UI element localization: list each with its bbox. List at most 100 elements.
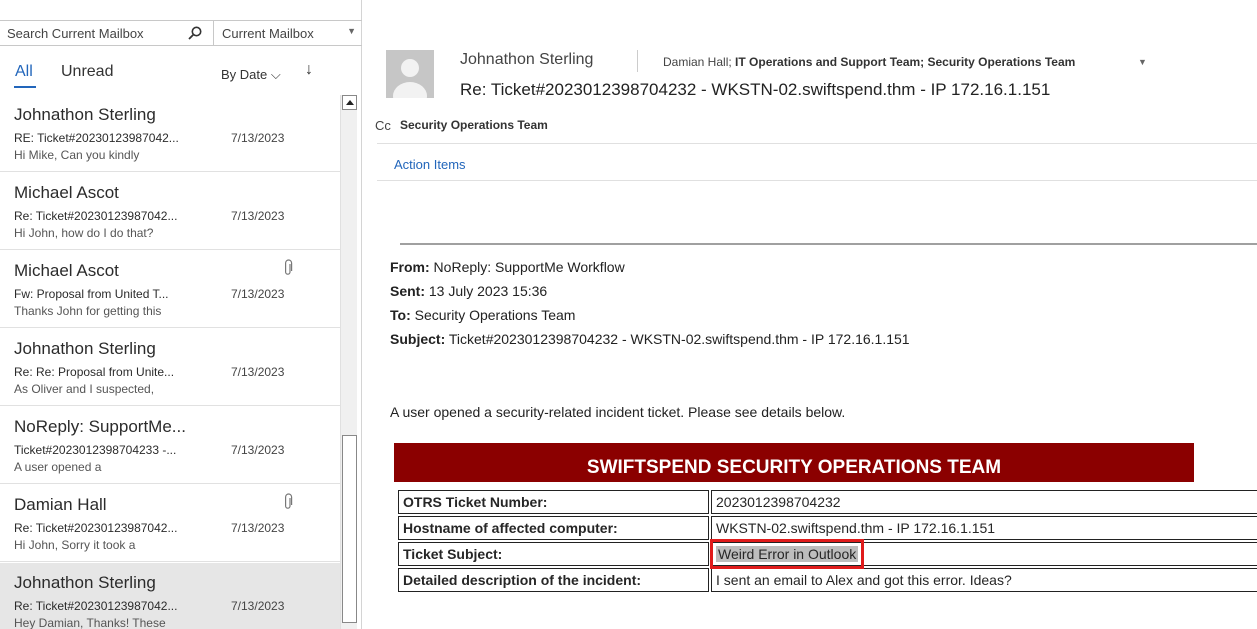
value: Ticket#2023012398704232 - WKSTN-02.swift… — [445, 331, 910, 347]
search-scope-label: Current Mailbox — [222, 25, 314, 41]
ticket-field-value-cell: WKSTN-02.swiftspend.thm - IP 172.16.1.15… — [711, 516, 1257, 540]
quoted-from: From: NoReply: SupportMe Workflow — [390, 259, 625, 275]
active-tab-underline — [14, 86, 36, 88]
table-row: Detailed description of the incident: I s… — [398, 568, 1257, 592]
message-list-item[interactable]: Johnathon Sterling RE: Ticket#20230123987… — [0, 95, 340, 172]
message-list-item[interactable]: Damian Hall Re: Ticket#20230123987042... 7… — [0, 485, 340, 562]
person-icon — [386, 50, 434, 98]
message-list: Johnathon Sterling RE: Ticket#20230123987… — [0, 95, 340, 629]
action-items-bar: Action Items — [377, 143, 1257, 181]
message-list-pane: Search Current Mailbox Current Mailbox ▼… — [0, 0, 362, 629]
ticket-details-table: OTRS Ticket Number: 2023012398704232 Hostn… — [396, 488, 1257, 594]
sort-label: By Date — [221, 67, 268, 82]
table-row: OTRS Ticket Number: 2023012398704232 — [398, 490, 1257, 514]
ticket-subject-highlight: Weird Error in Outlook — [710, 539, 865, 569]
message-subject: Re: Ticket#20230123987042... — [14, 209, 178, 223]
quote-divider — [400, 243, 1257, 245]
message-sender: Johnathon Sterling — [14, 573, 156, 592]
red-highlight-box — [710, 539, 865, 569]
sort-by-date-dropdown[interactable]: By Date ⌵ — [221, 67, 281, 83]
ticket-field-value-cell: 2023012398704232 — [711, 490, 1257, 514]
message-preview: Thanks John for getting this — [14, 304, 162, 318]
recipient-plain: Damian Hall; — [663, 55, 736, 69]
recipients-to[interactable]: Damian Hall; IT Operations and Support T… — [663, 55, 1075, 69]
chevron-down-icon[interactable]: ▼ — [1138, 57, 1147, 67]
scrollbar-thumb[interactable] — [342, 435, 357, 623]
message-list-item[interactable]: NoReply: SupportMe... Ticket#202301239870… — [0, 407, 340, 484]
message-sender: Johnathon Sterling — [14, 339, 156, 358]
message-subject: Re: Ticket#20230123987042... — [14, 599, 178, 613]
sender-name[interactable]: Johnathon Sterling — [460, 51, 593, 69]
quoted-sent: Sent: 13 July 2023 15:36 — [390, 283, 547, 299]
message-list-item[interactable]: Johnathon Sterling Re: Re: Proposal from … — [0, 329, 340, 406]
message-date: 7/13/2023 — [231, 599, 285, 613]
message-sender: NoReply: SupportMe... — [14, 417, 186, 436]
message-preview: As Oliver and I suspected, — [14, 382, 155, 396]
value: Security Operations Team — [410, 307, 576, 323]
ticket-field-label: OTRS Ticket Number: — [398, 490, 709, 514]
search-placeholder: Search Current Mailbox — [7, 25, 144, 41]
ticket-field-value: WKSTN-02.swiftspend.thm - IP 172.16.1.15… — [716, 520, 996, 536]
label: Subject: — [390, 331, 446, 347]
message-sender: Michael Ascot — [14, 261, 119, 280]
paperclip-icon — [285, 493, 293, 509]
soc-banner: SWIFTSPEND SECURITY OPERATIONS TEAM — [394, 443, 1194, 482]
message-list-scrollbar[interactable] — [340, 95, 357, 629]
reading-pane: Johnathon Sterling Damian Hall; IT Opera… — [363, 0, 1257, 629]
ticket-field-value: 2023012398704232 — [716, 494, 841, 510]
banner-title: SWIFTSPEND SECURITY OPERATIONS TEAM — [586, 457, 1002, 478]
value: 13 July 2023 15:36 — [425, 283, 548, 299]
filter-unread-tab[interactable]: Unread — [61, 63, 113, 81]
message-preview: Hi Mike, Can you kindly — [14, 148, 140, 162]
label: To: — [390, 307, 411, 323]
message-date: 7/13/2023 — [231, 365, 285, 379]
sort-direction-button[interactable]: ↓ — [305, 61, 313, 79]
ticket-field-label: Ticket Subject: — [398, 542, 709, 566]
avatar[interactable] — [386, 50, 434, 98]
message-list-item[interactable]: Michael Ascot Re: Ticket#20230123987042..… — [0, 173, 340, 250]
message-date: 7/13/2023 — [231, 443, 285, 457]
message-sender: Johnathon Sterling — [14, 105, 156, 124]
ticket-field-value: I sent an email to Alex and got this err… — [716, 572, 1012, 588]
message-subject: Re: Re: Proposal from Unite... — [14, 365, 175, 379]
table-row: Ticket Subject: Weird Error in Outlook — [398, 539, 1257, 569]
quoted-to: To: Security Operations Team — [390, 307, 575, 323]
message-preview: Hi John, how do I do that? — [14, 226, 154, 240]
cc-label: Cc — [375, 118, 391, 133]
label: From: — [390, 259, 430, 275]
message-subject: Ticket#2023012398704233 -... — [14, 443, 177, 457]
message-date: 7/13/2023 — [231, 521, 285, 535]
message-sender: Michael Ascot — [14, 183, 119, 202]
message-sender: Damian Hall — [14, 495, 107, 514]
chevron-down-icon: ▼ — [347, 26, 356, 36]
cc-recipient[interactable]: Security Operations Team — [400, 118, 548, 132]
ticket-field-value-cell: I sent an email to Alex and got this err… — [711, 568, 1257, 592]
message-preview: Hey Damian, Thanks! These — [14, 616, 166, 629]
scroll-up-button[interactable] — [342, 95, 357, 110]
label: Sent: — [390, 283, 425, 299]
message-date: 7/13/2023 — [231, 131, 285, 145]
recipient-groups: IT Operations and Support Team; Security… — [735, 55, 1076, 69]
message-list-item[interactable]: Michael Ascot Fw: Proposal from United T.… — [0, 251, 340, 328]
ticket-field-value-cell: Weird Error in Outlook — [710, 539, 1257, 569]
search-icon[interactable] — [187, 25, 203, 41]
action-items-link[interactable]: Action Items — [394, 157, 466, 172]
table-row: Hostname of affected computer: WKSTN-02.s… — [398, 516, 1257, 540]
message-subject: Fw: Proposal from United T... — [14, 287, 169, 301]
ticket-field-label: Detailed description of the incident: — [398, 568, 709, 592]
chevron-down-icon: ⌵ — [270, 67, 281, 82]
filter-all-tab[interactable]: All — [15, 63, 33, 81]
message-subject: RE: Ticket#20230123987042... — [14, 131, 179, 145]
search-scope-dropdown[interactable]: Current Mailbox ▼ — [213, 21, 362, 45]
paperclip-icon — [285, 259, 293, 275]
message-list-item[interactable]: Johnathon Sterling Re: Ticket#20230123987… — [0, 563, 340, 629]
message-date: 7/13/2023 — [231, 209, 285, 223]
ticket-field-label: Hostname of affected computer: — [398, 516, 709, 540]
body-intro-text: A user opened a security-related inciden… — [390, 404, 846, 420]
search-input[interactable]: Search Current Mailbox — [0, 21, 213, 45]
quoted-subject: Subject: Ticket#2023012398704232 - WKSTN… — [390, 331, 910, 347]
message-preview: Hi John, Sorry it took a — [14, 538, 136, 552]
filter-bar: All Unread By Date ⌵ ↓ — [0, 57, 340, 89]
email-subject: Re: Ticket#2023012398704232 - WKSTN-02.s… — [460, 80, 1051, 99]
message-subject: Re: Ticket#20230123987042... — [14, 521, 178, 535]
